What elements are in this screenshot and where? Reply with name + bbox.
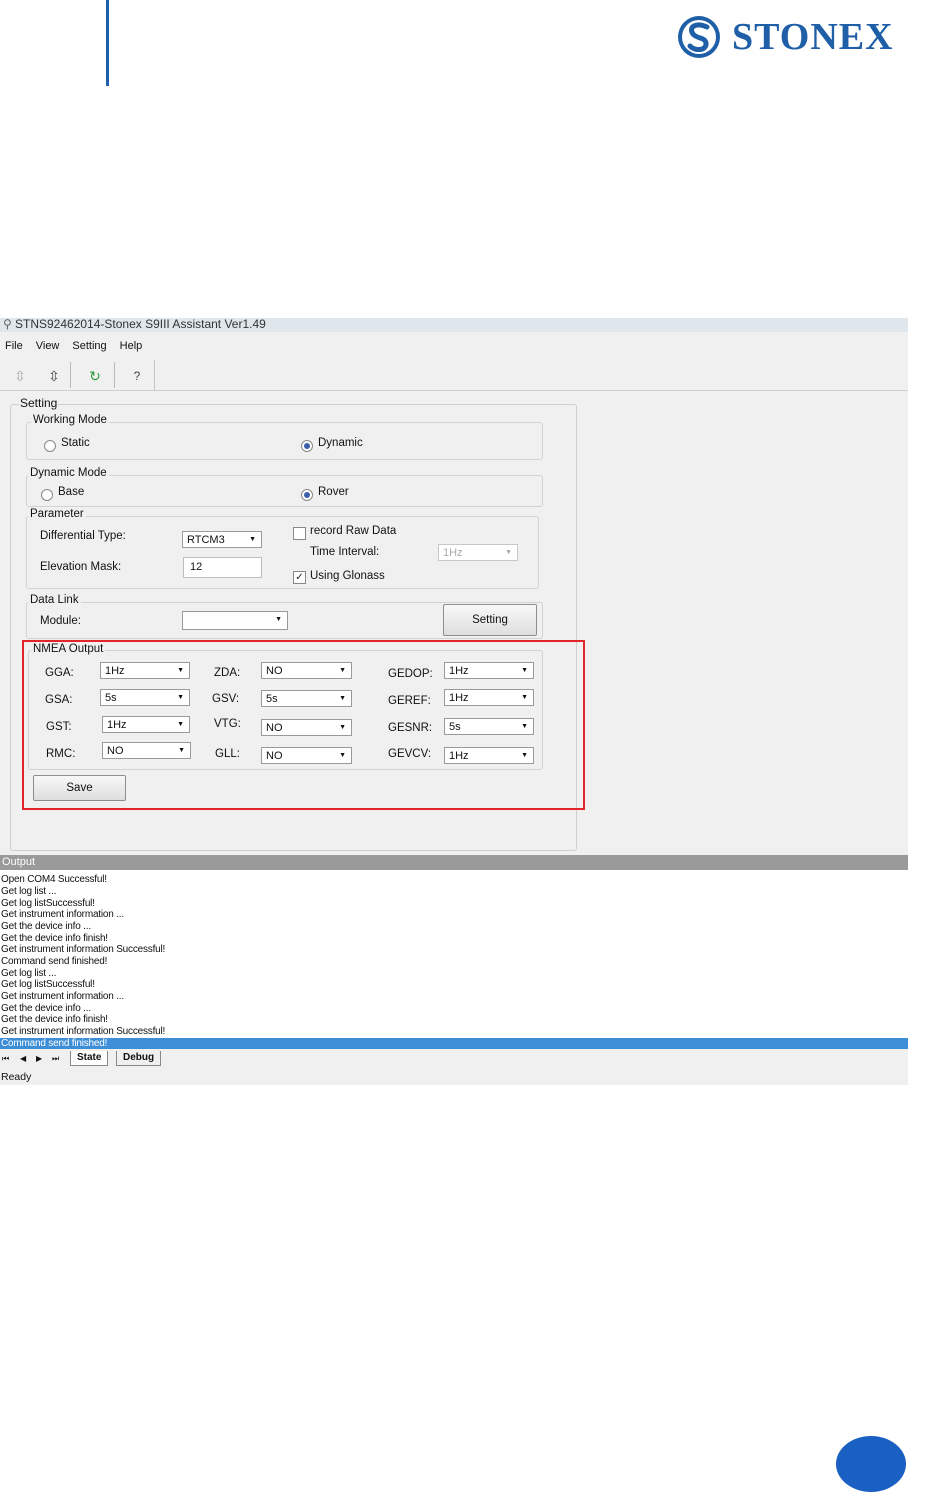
rover-label: Rover bbox=[318, 486, 349, 498]
log-line: Get instrument information ... bbox=[1, 909, 124, 920]
log-line-selected: Command send finished! bbox=[0, 1038, 908, 1049]
rover-radio[interactable] bbox=[301, 489, 313, 501]
working-mode-title: Working Mode bbox=[31, 414, 109, 426]
refresh-icon[interactable]: ↻ bbox=[85, 364, 105, 388]
base-radio[interactable] bbox=[41, 489, 53, 501]
chevron-down-icon: ▼ bbox=[505, 549, 512, 556]
data-link-title: Data Link bbox=[28, 594, 81, 606]
log-line: Get instrument information Successful! bbox=[1, 944, 166, 955]
elevation-mask-input[interactable]: 12 bbox=[183, 557, 262, 578]
window-titlebar: ⚲ STNS92462014-Stonex S9III Assistant Ver… bbox=[0, 318, 908, 332]
glonass-checkbox[interactable]: ✓ bbox=[293, 571, 306, 584]
log-line: Get instrument information Successful! bbox=[1, 1026, 166, 1037]
stonex-logo: STONEX bbox=[676, 12, 931, 62]
log-line: Get the device info finish! bbox=[1, 933, 108, 944]
first-tab-icon[interactable]: ⏮ bbox=[2, 1052, 9, 1066]
record-raw-checkbox[interactable] bbox=[293, 527, 306, 540]
chevron-down-icon: ▼ bbox=[249, 536, 256, 543]
differential-type-value: RTCM3 bbox=[187, 534, 225, 546]
parameter-title: Parameter bbox=[28, 508, 86, 520]
log-line: Get the device info finish! bbox=[1, 1014, 108, 1025]
module-select[interactable]: ▼ bbox=[182, 611, 288, 630]
toolbar-separator bbox=[70, 362, 71, 388]
module-label: Module: bbox=[40, 615, 81, 627]
setting-title: Setting bbox=[19, 396, 59, 410]
toolbar-separator bbox=[114, 362, 115, 388]
log-line: Open COM4 Successful! bbox=[1, 874, 107, 885]
log-line: Get log list ... bbox=[1, 886, 57, 897]
toolbar-end bbox=[154, 360, 155, 390]
page-number-badge bbox=[836, 1436, 906, 1492]
dynamic-label: Dynamic bbox=[318, 437, 363, 449]
status-bar: Ready bbox=[1, 1071, 32, 1083]
tab-state[interactable]: State bbox=[70, 1051, 109, 1066]
log-line: Get the device info ... bbox=[1, 921, 91, 932]
differential-type-label: Differential Type: bbox=[40, 530, 126, 542]
output-header: Output bbox=[0, 855, 908, 870]
base-label: Base bbox=[58, 486, 85, 498]
menu-help[interactable]: Help bbox=[115, 340, 151, 352]
brand-name: STONEX bbox=[732, 16, 894, 58]
log-line: Command send finished! bbox=[1, 956, 108, 967]
time-interval-value: 1Hz bbox=[443, 547, 463, 559]
window-title: STNS92462014-Stonex S9III Assistant Ver1… bbox=[15, 318, 266, 331]
help-icon[interactable]: ? bbox=[127, 364, 147, 388]
header-rule bbox=[106, 0, 109, 86]
log-line: Get log listSuccessful! bbox=[1, 979, 95, 990]
log-line: Get log list ... bbox=[1, 968, 57, 979]
log-line: Get the device info ... bbox=[1, 1003, 91, 1014]
glonass-label: Using Glonass bbox=[310, 570, 385, 582]
connect-icon[interactable]: ⇳ bbox=[10, 364, 30, 388]
dynamic-radio[interactable] bbox=[301, 440, 313, 452]
app-screenshot: ⚲ STNS92462014-Stonex S9III Assistant Ver… bbox=[0, 318, 908, 1085]
menu-setting[interactable]: Setting bbox=[67, 340, 114, 352]
output-log[interactable] bbox=[0, 870, 908, 1048]
log-line: Get log listSuccessful! bbox=[1, 898, 95, 909]
record-raw-label: record Raw Data bbox=[310, 525, 397, 537]
data-link-setting-button[interactable]: Setting bbox=[443, 604, 537, 636]
prev-tab-icon[interactable]: ◀ bbox=[20, 1052, 26, 1066]
time-interval-label: Time Interval: bbox=[310, 546, 380, 558]
chevron-down-icon: ▼ bbox=[275, 616, 282, 623]
static-label: Static bbox=[61, 437, 90, 449]
dynamic-mode-title: Dynamic Mode bbox=[28, 467, 109, 479]
differential-type-select[interactable]: RTCM3 ▼ bbox=[182, 531, 262, 548]
nmea-highlight-box bbox=[22, 640, 585, 810]
menu-file[interactable]: File bbox=[0, 340, 31, 352]
time-interval-select[interactable]: 1Hz ▼ bbox=[438, 544, 518, 561]
stonex-logo-icon bbox=[678, 16, 720, 58]
dynamic-mode-group bbox=[26, 475, 543, 507]
log-line: Get instrument information ... bbox=[1, 991, 124, 1002]
disconnect-icon[interactable]: ⇳ bbox=[44, 364, 64, 388]
static-radio[interactable] bbox=[44, 440, 56, 452]
elevation-mask-label: Elevation Mask: bbox=[40, 561, 122, 573]
working-mode-group bbox=[26, 422, 543, 460]
next-tab-icon[interactable]: ▶ bbox=[36, 1052, 42, 1066]
app-icon: ⚲ bbox=[3, 318, 12, 331]
menu-view[interactable]: View bbox=[31, 340, 68, 352]
menu-bar: File View Setting Help bbox=[0, 336, 908, 356]
last-tab-icon[interactable]: ⏭ bbox=[52, 1052, 59, 1066]
tab-debug[interactable]: Debug bbox=[116, 1051, 162, 1066]
